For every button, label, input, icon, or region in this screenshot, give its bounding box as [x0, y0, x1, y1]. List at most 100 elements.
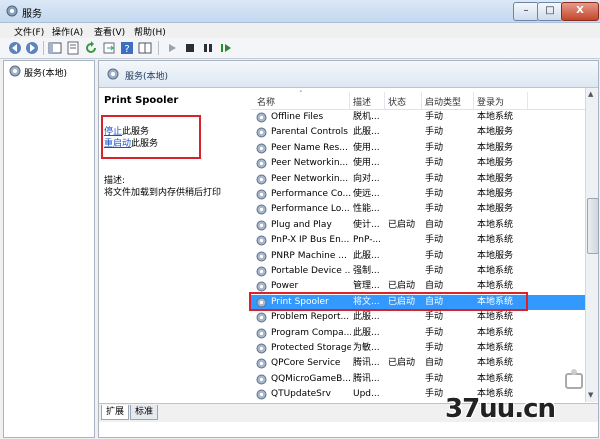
service-gear-icon — [256, 112, 267, 123]
service-row[interactable]: QQMicroGameB... 腾讯... 手动 本地系统 — [251, 372, 585, 387]
column-header-name[interactable]: 名称 — [257, 95, 275, 108]
scroll-down-icon[interactable]: ▼ — [588, 391, 593, 399]
restart-service-icon[interactable] — [219, 41, 233, 55]
service-startup-type-cell: 手动 — [425, 235, 444, 246]
service-startup-type-cell: 手动 — [425, 189, 444, 199]
service-description-cell: 腾讯... — [353, 373, 380, 384]
scrollbar-thumb[interactable] — [587, 198, 599, 254]
service-gear-icon — [256, 127, 267, 138]
console-tree-icon[interactable] — [48, 41, 62, 55]
service-log-on-as-cell: 本地系统 — [477, 373, 514, 384]
watermark-text: 37uu.cn — [445, 394, 556, 424]
column-separator[interactable] — [421, 92, 422, 109]
service-log-on-as-cell: 本地服务 — [477, 127, 514, 138]
service-row[interactable]: Parental Controls 此服... 手动 本地服务 — [251, 125, 585, 140]
service-name-cell: Offline Files — [271, 112, 324, 122]
restart-service-link[interactable]: 重启动 — [104, 139, 131, 149]
services-gear-icon — [9, 65, 21, 77]
column-separator[interactable] — [349, 92, 350, 109]
properties-icon[interactable] — [66, 41, 80, 55]
service-log-on-as-cell: 本地系统 — [477, 112, 514, 122]
forward-arrow-icon[interactable] — [25, 41, 39, 55]
service-row[interactable]: Portable Device ... 强制... 手动 本地系统 — [251, 264, 585, 279]
column-header-log-on-as[interactable]: 登录为 — [477, 95, 504, 108]
restart-service-action: 重启动此服务 — [104, 136, 158, 149]
column-header-description[interactable]: 描述 — [353, 95, 371, 108]
service-name-cell: Protected Storage — [271, 343, 351, 353]
tab-extended[interactable]: 扩展 — [101, 405, 130, 420]
service-gear-icon — [256, 174, 267, 185]
service-name-cell: Problem Report... — [271, 312, 350, 323]
service-row[interactable]: Protected Storage 为敏... 手动 本地系统 — [251, 341, 585, 356]
sort-ascending-icon: ˄ — [299, 90, 303, 98]
scroll-up-icon[interactable]: ▲ — [588, 90, 593, 98]
maximize-button[interactable]: □ — [537, 2, 563, 21]
details-view-icon[interactable] — [138, 41, 152, 55]
service-name-cell: Peer Networkin... — [271, 158, 349, 169]
service-name-cell: QTUpdateSrv — [271, 389, 331, 400]
service-row[interactable]: Peer Networkin... 向对... 手动 本地服务 — [251, 172, 585, 187]
back-arrow-icon[interactable] — [8, 41, 22, 55]
services-pane: 服务(本地) Print Spooler 停止此服务 重启动此服务 描述: 将文… — [98, 60, 599, 438]
service-description-cell: PnP-... — [353, 235, 382, 246]
export-list-icon[interactable] — [102, 41, 116, 55]
service-description-cell: 此服... — [353, 250, 380, 261]
service-row[interactable]: PNRP Machine ... 此服... 手动 本地服务 — [251, 249, 585, 264]
tab-standard[interactable]: 标准 — [130, 405, 159, 420]
service-row[interactable]: Performance Lo... 性能... 手动 本地服务 — [251, 202, 585, 217]
menu-file[interactable]: 文件(F) — [14, 25, 44, 38]
service-gear-icon — [256, 220, 267, 231]
service-description-cell: 使用... — [353, 158, 380, 169]
service-startup-type-cell: 手动 — [425, 327, 444, 338]
service-gear-icon — [256, 251, 267, 262]
minimize-button[interactable]: – — [513, 2, 539, 21]
service-startup-type-cell: 自动 — [425, 219, 444, 230]
service-startup-type-cell: 手动 — [425, 250, 444, 261]
service-startup-type-cell: 手动 — [425, 173, 444, 184]
stop-service-icon[interactable] — [183, 41, 197, 55]
column-separator[interactable] — [384, 92, 385, 109]
service-log-on-as-cell: 本地服务 — [477, 158, 514, 169]
column-header-startup-type[interactable]: 启动类型 — [425, 95, 461, 108]
service-startup-type-cell: 自动 — [425, 358, 444, 369]
service-name-cell: Performance Lo... — [271, 204, 350, 215]
menu-view[interactable]: 查看(V) — [94, 25, 125, 38]
service-startup-type-cell: 手动 — [425, 142, 444, 153]
help-icon[interactable]: ? — [120, 41, 134, 55]
service-description-cell: Upd... — [353, 389, 380, 400]
service-row[interactable]: Plug and Play 使计... 已启动 自动 本地系统 — [251, 218, 585, 233]
menu-action[interactable]: 操作(A) — [52, 25, 83, 38]
column-separator[interactable] — [473, 92, 474, 109]
pane-title: 服务(本地) — [125, 72, 169, 82]
service-row[interactable]: Program Compa... 此服... 手动 本地系统 — [251, 326, 585, 341]
tree-node-services-local[interactable]: 服务(本地) — [24, 66, 67, 79]
service-description-cell: 脱机... — [353, 112, 380, 122]
service-status-cell: 已启动 — [388, 219, 416, 230]
service-gear-icon — [256, 312, 267, 323]
service-log-on-as-cell: 本地系统 — [477, 327, 514, 338]
pane-header: 服务(本地) — [99, 61, 598, 88]
service-log-on-as-cell: 本地服务 — [477, 204, 514, 215]
service-row[interactable]: QPCore Service 腾讯... 已启动 自动 本地系统 — [251, 356, 585, 371]
selected-row-highlight-box — [249, 292, 528, 311]
refresh-icon[interactable] — [84, 41, 98, 55]
start-service-icon[interactable] — [165, 41, 179, 55]
service-row[interactable]: Peer Networkin... 使用... 手动 本地服务 — [251, 156, 585, 171]
service-row[interactable]: Performance Co... 使远... 手动 本地服务 — [251, 187, 585, 202]
column-separator[interactable] — [527, 92, 528, 109]
service-log-on-as-cell: 本地服务 — [477, 173, 514, 184]
selected-service-name: Print Spooler — [104, 95, 179, 106]
service-row[interactable]: Problem Report... 此服... 手动 本地系统 — [251, 310, 585, 325]
service-row[interactable]: Offline Files 脱机... 手动 本地系统 — [251, 110, 585, 125]
close-button[interactable]: X — [561, 2, 599, 21]
service-name-cell: Plug and Play — [271, 219, 332, 230]
service-description-cell: 性能... — [353, 204, 380, 215]
pause-service-icon[interactable] — [201, 41, 215, 55]
service-row[interactable]: PnP-X IP Bus En... PnP-... 手动 本地系统 — [251, 233, 585, 248]
column-header-status[interactable]: 状态 — [388, 95, 406, 108]
menu-help[interactable]: 帮助(H) — [134, 25, 166, 38]
service-row[interactable]: Peer Name Res... 使用... 手动 本地服务 — [251, 141, 585, 156]
service-startup-type-cell: 手动 — [425, 158, 444, 169]
services-list: 名称 ˄ 描述 状态 启动类型 登录为 Offline Files 脱机... 手动… — [251, 88, 585, 402]
vertical-scrollbar[interactable]: ▲ ▼ — [585, 88, 599, 402]
